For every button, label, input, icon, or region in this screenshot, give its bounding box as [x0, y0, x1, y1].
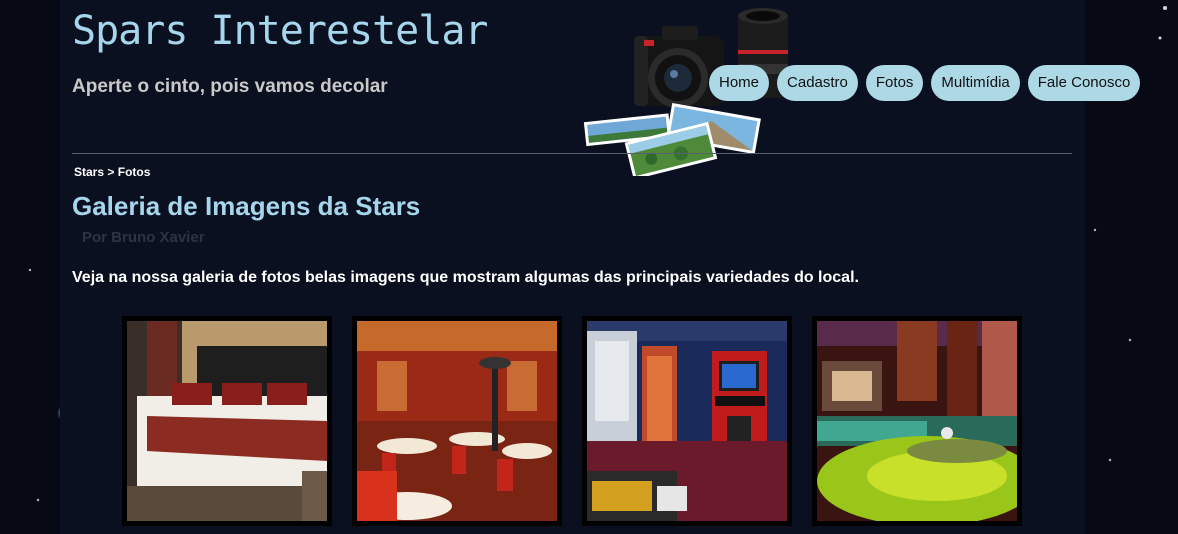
bedroom-photo-image: [127, 321, 327, 521]
arcade-photo-image: [587, 321, 787, 521]
site-title: Spars Interestelar: [72, 8, 488, 54]
restaurant-photo-image: [357, 321, 557, 521]
nav-cadastro-button[interactable]: Cadastro: [777, 65, 858, 101]
breadcrumb-current: Fotos: [117, 165, 151, 179]
gallery-intro-text: Veja na nossa galeria de fotos belas ima…: [72, 269, 859, 286]
nav-fale-conosco-button[interactable]: Fale Conosco: [1027, 65, 1141, 101]
main-nav: Home Cadastro Fotos Multimídia Fale Cono…: [709, 65, 1141, 101]
site-tagline: Aperte o cinto, pois vamos decolar: [72, 76, 388, 97]
author-byline: Por Bruno Xavier: [82, 229, 205, 246]
nav-fotos-button[interactable]: Fotos: [865, 65, 924, 101]
gallery-photo-restaurant[interactable]: [352, 316, 562, 526]
gallery-photo-jacuzzi[interactable]: [812, 316, 1022, 526]
nav-multimidia-button[interactable]: Multimídia: [931, 65, 1020, 101]
gallery-photo-bedroom[interactable]: [122, 316, 332, 526]
jacuzzi-photo-image: [817, 321, 1017, 521]
header-divider: [72, 153, 1072, 154]
gallery-photo-arcade[interactable]: [582, 316, 792, 526]
page-title: Galeria de Imagens da Stars: [72, 191, 421, 221]
breadcrumb: Stars > Fotos: [74, 165, 150, 179]
breadcrumb-link-stars[interactable]: Stars: [74, 165, 104, 179]
breadcrumb-separator: >: [107, 165, 115, 179]
nav-home-button[interactable]: Home: [709, 65, 770, 101]
